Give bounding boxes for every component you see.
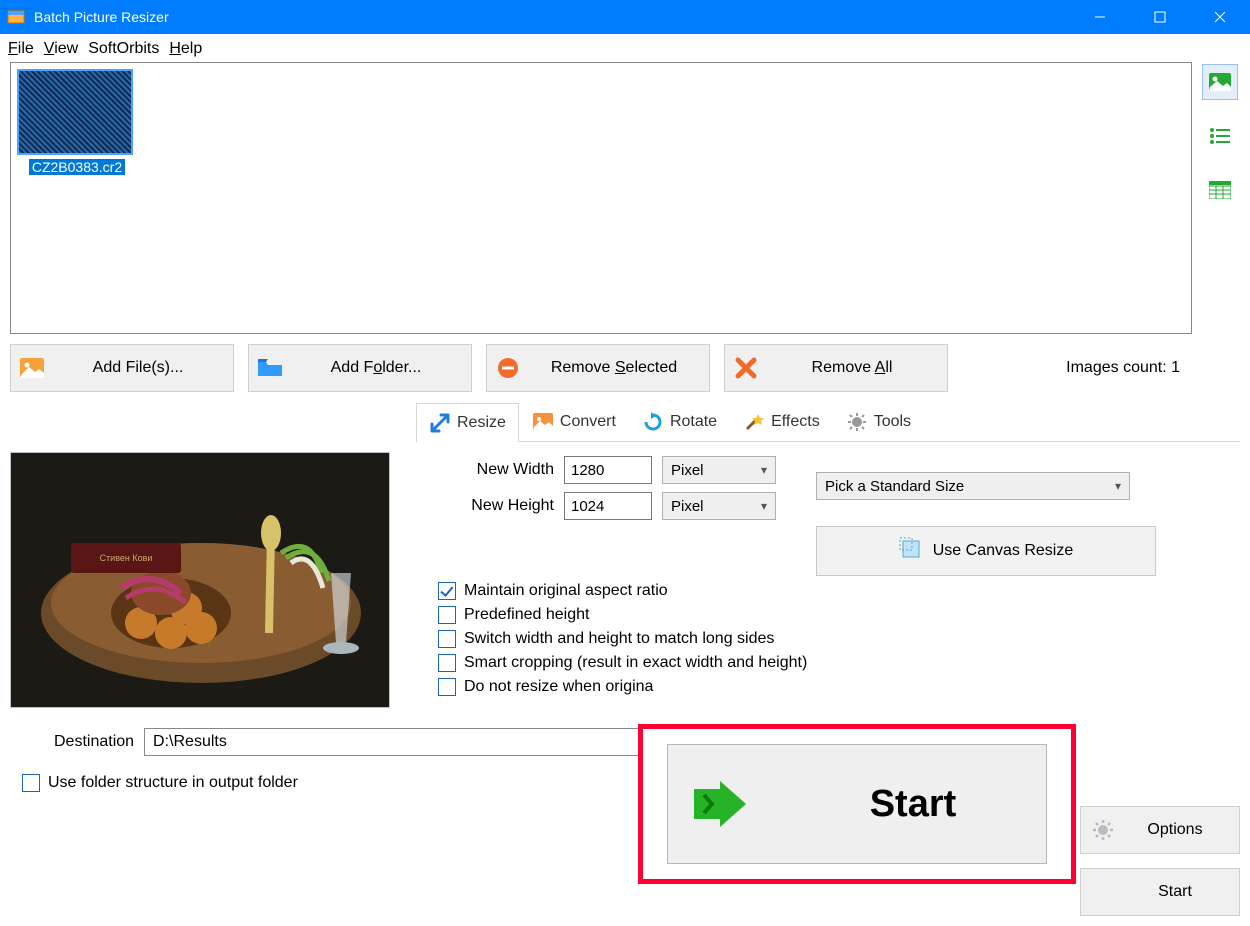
- start-button[interactable]: Start: [1080, 868, 1240, 916]
- app-icon: [6, 7, 26, 27]
- big-start-label: Start: [810, 783, 1046, 826]
- add-folder-label: Add Folder...: [289, 359, 463, 377]
- options-button[interactable]: Options: [1080, 806, 1240, 854]
- big-start-button[interactable]: Start: [667, 744, 1047, 864]
- tab-rotate[interactable]: Rotate: [629, 402, 730, 441]
- predefined-height-label: Predefined height: [464, 606, 589, 624]
- new-height-input[interactable]: [564, 492, 652, 520]
- convert-icon: [532, 411, 554, 433]
- tab-resize-label: Resize: [457, 414, 506, 432]
- start-arrow-icon: [1091, 880, 1115, 904]
- canvas-resize-button[interactable]: Use Canvas Resize: [816, 526, 1156, 576]
- effects-icon: [743, 411, 765, 433]
- view-details-button[interactable]: [1202, 172, 1238, 208]
- checkbox-icon: [438, 630, 456, 648]
- aspect-ratio-label: Maintain original aspect ratio: [464, 582, 668, 600]
- remove-all-label: Remove All: [765, 359, 939, 377]
- remove-icon: [495, 355, 521, 381]
- menu-view[interactable]: View: [44, 40, 78, 58]
- start-arrow-icon: [690, 779, 750, 829]
- no-resize-label: Do not resize when origina: [464, 678, 653, 696]
- add-files-button[interactable]: Add File(s)...: [10, 344, 234, 392]
- view-mode-toolbar: [1200, 62, 1240, 334]
- view-thumbnails-button[interactable]: [1202, 64, 1238, 100]
- tab-resize[interactable]: Resize: [416, 403, 519, 442]
- tab-tools[interactable]: Tools: [833, 402, 924, 441]
- no-resize-checkbox[interactable]: Do not resize when origina: [438, 678, 1228, 696]
- destination-label: Destination: [54, 733, 134, 751]
- gear-icon: [1091, 818, 1115, 842]
- menu-file[interactable]: File: [8, 40, 34, 58]
- tools-icon: [846, 411, 868, 433]
- images-count-label: Images count: 1: [1066, 359, 1180, 377]
- svg-text:Стивен Кови: Стивен Кови: [100, 553, 153, 563]
- aspect-ratio-checkbox[interactable]: Maintain original aspect ratio: [438, 582, 1228, 600]
- minimize-button[interactable]: [1070, 0, 1130, 34]
- options-label: Options: [1121, 821, 1229, 839]
- file-thumbnail[interactable]: CZ2B0383.cr2: [17, 69, 137, 175]
- resize-icon: [429, 412, 451, 434]
- title-bar: Batch Picture Resizer: [0, 0, 1250, 34]
- tab-convert[interactable]: Convert: [519, 402, 629, 441]
- image-icon: [19, 355, 45, 381]
- chevron-down-icon: ▾: [1115, 479, 1121, 493]
- folder-icon: [257, 355, 283, 381]
- standard-size-select[interactable]: Pick a Standard Size▾: [816, 472, 1130, 500]
- width-unit-select[interactable]: Pixel▾: [662, 456, 776, 484]
- tab-convert-label: Convert: [560, 413, 616, 431]
- switch-sides-checkbox[interactable]: Switch width and height to match long si…: [438, 630, 1228, 648]
- preview-image: Стивен Кови: [10, 452, 390, 708]
- checkbox-icon: [438, 678, 456, 696]
- menu-help[interactable]: Help: [169, 40, 202, 58]
- new-height-label: New Height: [434, 497, 554, 515]
- remove-selected-button[interactable]: Remove Selected: [486, 344, 710, 392]
- app-title: Batch Picture Resizer: [34, 9, 169, 25]
- rotate-icon: [642, 411, 664, 433]
- predefined-height-checkbox[interactable]: Predefined height: [438, 606, 1228, 624]
- checkbox-icon: [438, 582, 456, 600]
- checkbox-icon: [22, 774, 40, 792]
- chevron-down-icon: ▾: [761, 463, 767, 477]
- smart-cropping-label: Smart cropping (result in exact width an…: [464, 654, 807, 672]
- checkbox-icon: [438, 654, 456, 672]
- tab-rotate-label: Rotate: [670, 413, 717, 431]
- add-files-label: Add File(s)...: [51, 359, 225, 377]
- close-button[interactable]: [1190, 0, 1250, 34]
- file-list-area[interactable]: CZ2B0383.cr2: [10, 62, 1192, 334]
- switch-sides-label: Switch width and height to match long si…: [464, 630, 774, 648]
- folder-structure-label: Use folder structure in output folder: [48, 774, 298, 792]
- tab-effects-label: Effects: [771, 413, 820, 431]
- height-unit-select[interactable]: Pixel▾: [662, 492, 776, 520]
- new-width-label: New Width: [434, 461, 554, 479]
- menu-bar: File View SoftOrbits Help: [0, 34, 1250, 62]
- remove-all-button[interactable]: Remove All: [724, 344, 948, 392]
- start-highlight-callout: Start: [638, 724, 1076, 884]
- thumbnail-image: [17, 69, 133, 155]
- canvas-resize-label: Use Canvas Resize: [933, 542, 1074, 560]
- maximize-button[interactable]: [1130, 0, 1190, 34]
- remove-selected-label: Remove Selected: [527, 359, 701, 377]
- menu-softorbits[interactable]: SoftOrbits: [88, 40, 159, 58]
- tab-tools-label: Tools: [874, 413, 911, 431]
- thumbnail-filename: CZ2B0383.cr2: [29, 159, 125, 175]
- tab-effects[interactable]: Effects: [730, 402, 833, 441]
- new-width-input[interactable]: [564, 456, 652, 484]
- remove-all-icon: [733, 355, 759, 381]
- smart-cropping-checkbox[interactable]: Smart cropping (result in exact width an…: [438, 654, 1228, 672]
- canvas-icon: [899, 537, 923, 566]
- view-list-button[interactable]: [1202, 118, 1238, 154]
- add-folder-button[interactable]: Add Folder...: [248, 344, 472, 392]
- start-label: Start: [1121, 883, 1229, 901]
- chevron-down-icon: ▾: [761, 499, 767, 513]
- tab-strip: Resize Convert Rotate Effects Tools: [416, 402, 1240, 442]
- checkbox-icon: [438, 606, 456, 624]
- resize-panel: New Width Pixel▾ New Height Pixel▾ Pick …: [416, 442, 1240, 708]
